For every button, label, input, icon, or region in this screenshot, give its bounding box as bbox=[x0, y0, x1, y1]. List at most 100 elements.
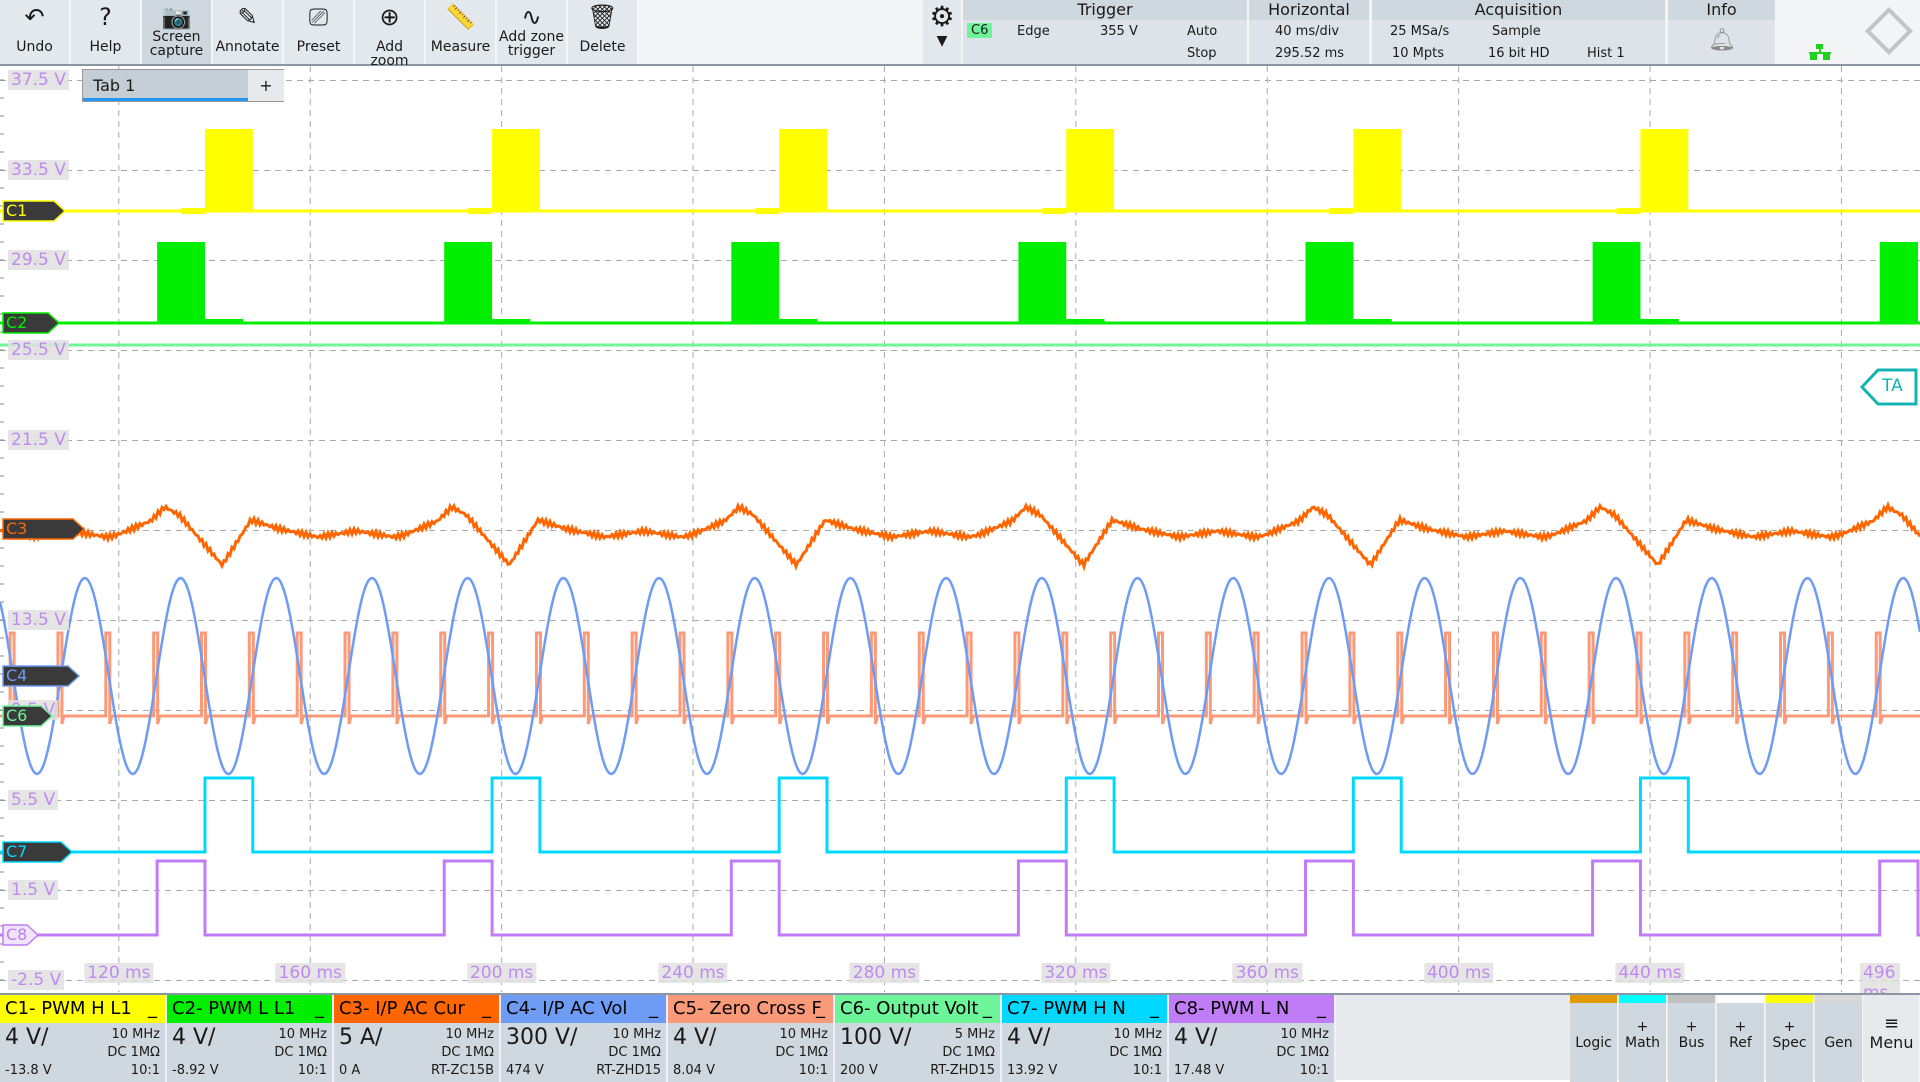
dropdown-arrow-icon[interactable]: ▼ bbox=[923, 33, 961, 49]
histogram: Hist 1 bbox=[1587, 46, 1625, 61]
trigger-title: Trigger bbox=[963, 0, 1247, 20]
preset-icon: ⎚ bbox=[308, 3, 329, 31]
c1-pre-pulse-noise bbox=[181, 208, 205, 214]
minimize-button[interactable]: _ bbox=[816, 995, 825, 1023]
undo-button[interactable]: ↶ Undo bbox=[0, 0, 70, 64]
gen-button[interactable]: Gen bbox=[1815, 995, 1863, 1082]
channel-header[interactable]: C4- I/P AC Vol _ bbox=[501, 995, 666, 1023]
channel-marker-c1[interactable]: C1 bbox=[2, 200, 66, 222]
add-zoom-button[interactable]: ⊕ Add zoom bbox=[355, 0, 425, 68]
offset: 200 V bbox=[840, 1063, 878, 1078]
minimize-button[interactable]: _ bbox=[649, 995, 658, 1023]
minimize-button[interactable]: _ bbox=[315, 995, 324, 1023]
logic-button[interactable]: Logic bbox=[1570, 995, 1618, 1082]
y-axis-label: -2.5 V bbox=[8, 970, 65, 990]
channel-marker-c4[interactable]: C4 bbox=[2, 665, 80, 687]
button-label: Logic bbox=[1575, 1035, 1612, 1051]
probe: 10:1 bbox=[798, 1063, 828, 1078]
channel-marker-c3[interactable]: C3 bbox=[2, 518, 85, 540]
offset: 8.04 V bbox=[673, 1063, 715, 1078]
settings-gear-icon[interactable]: ⚙ ▼ bbox=[923, 0, 961, 64]
minimize-button[interactable]: _ bbox=[148, 995, 157, 1023]
minimize-button[interactable]: _ bbox=[983, 995, 992, 1023]
vertical-scale: 5 A/ bbox=[339, 1025, 383, 1050]
x-axis-label: 240 ms bbox=[658, 963, 728, 983]
preset-button[interactable]: ⎚ Preset bbox=[284, 0, 354, 64]
x-axis-label: 320 ms bbox=[1041, 963, 1111, 983]
horizontal-panel[interactable]: Horizontal 40 ms/div 295.52 ms bbox=[1249, 0, 1369, 64]
channel-box-c8[interactable]: C8- PWM L N _ 4 V/ 10 MHz DC 1MΩ 17.48 V … bbox=[1169, 995, 1336, 1082]
c2-post-pulse-bump bbox=[1640, 319, 1679, 324]
channel-marker-c8[interactable]: C8 bbox=[2, 924, 39, 946]
trigger-source: C6 bbox=[967, 23, 993, 38]
color-bar bbox=[1619, 995, 1666, 1003]
channel-marker-c7[interactable]: C7 bbox=[2, 841, 73, 863]
c1-pre-pulse-noise bbox=[468, 208, 493, 214]
vertical-scale: 100 V/ bbox=[840, 1025, 912, 1050]
x-axis-label: 440 ms bbox=[1615, 963, 1685, 983]
trigger-type: Edge bbox=[1017, 24, 1050, 39]
button-label: Ref bbox=[1729, 1035, 1752, 1051]
channel-box-c6[interactable]: C6- Output Volt _ 100 V/ 5 MHz DC 1MΩ 200… bbox=[835, 995, 1002, 1082]
screen-capture-button[interactable]: 📷 Screen capture bbox=[142, 0, 212, 64]
minimize-button[interactable]: _ bbox=[1150, 995, 1159, 1023]
channel-marker-c6[interactable]: C6 bbox=[2, 705, 53, 727]
minimize-button[interactable]: _ bbox=[482, 995, 491, 1023]
coupling: DC 1MΩ bbox=[1276, 1045, 1329, 1060]
bandwidth: 10 MHz bbox=[278, 1027, 328, 1042]
channel-box-c1[interactable]: C1- PWM H L1 _ 4 V/ 10 MHz DC 1MΩ -13.8 V… bbox=[0, 995, 167, 1082]
time-scale: 40 ms/div bbox=[1275, 24, 1340, 39]
button-label: Add zoom bbox=[370, 39, 409, 69]
zoom-in-icon: ⊕ bbox=[379, 3, 400, 31]
probe: RT-ZHD15 bbox=[596, 1063, 661, 1078]
acquisition-panel[interactable]: Acquisition 25 MSa/s Sample 10 Mpts 16 b… bbox=[1372, 0, 1665, 64]
bus-button[interactable]: + Bus bbox=[1668, 995, 1716, 1082]
add-zone-trigger-button[interactable]: ∿ Add zone trigger bbox=[497, 0, 567, 64]
trigger-panel[interactable]: Trigger C6 Edge 355 V Auto Stop bbox=[963, 0, 1247, 64]
marker-label: C1 bbox=[6, 201, 28, 220]
ref-button[interactable]: + Ref bbox=[1717, 995, 1765, 1082]
channel-header[interactable]: C7- PWM H N _ bbox=[1002, 995, 1167, 1023]
channel-header[interactable]: C2- PWM L L1 _ bbox=[167, 995, 332, 1023]
channel-header[interactable]: C6- Output Volt _ bbox=[835, 995, 1000, 1023]
channel-header[interactable]: C5- Zero Cross F _ bbox=[668, 995, 833, 1023]
bandwidth: 10 MHz bbox=[779, 1027, 829, 1042]
channel-box-c3[interactable]: C3- I/P AC Cur _ 5 A/ 10 MHz DC 1MΩ 0 A R… bbox=[334, 995, 501, 1082]
channel-marker-c2[interactable]: C2 bbox=[2, 312, 60, 334]
help-button[interactable]: ? Help bbox=[71, 0, 141, 64]
channel-box-c5[interactable]: C5- Zero Cross F _ 4 V/ 10 MHz DC 1MΩ 8.0… bbox=[668, 995, 835, 1082]
c2-pulse bbox=[1305, 242, 1354, 323]
bandwidth: 10 MHz bbox=[111, 1027, 161, 1042]
x-axis-label: 360 ms bbox=[1232, 963, 1302, 983]
math-button[interactable]: + Math bbox=[1619, 995, 1667, 1082]
channel-box-c2[interactable]: C2- PWM L L1 _ 4 V/ 10 MHz DC 1MΩ -8.92 V… bbox=[167, 995, 334, 1082]
menu-button[interactable]: ≡ Menu bbox=[1864, 995, 1920, 1082]
channel-header[interactable]: C3- I/P AC Cur _ bbox=[334, 995, 499, 1023]
measure-button[interactable]: 📏 Measure bbox=[426, 0, 496, 64]
channel-name: C8- PWM L N bbox=[1174, 998, 1290, 1019]
annotate-button[interactable]: ✎ Annotate bbox=[213, 0, 283, 64]
pencil-icon: ✎ bbox=[237, 3, 258, 31]
minimize-button[interactable]: _ bbox=[1317, 995, 1326, 1023]
time-position: 295.52 ms bbox=[1275, 46, 1345, 61]
delete-button[interactable]: 🗑 Delete bbox=[568, 0, 638, 64]
coupling: DC 1MΩ bbox=[274, 1045, 327, 1060]
add-tab-button[interactable]: + bbox=[248, 70, 284, 101]
channel-name: C6- Output Volt bbox=[840, 998, 979, 1019]
channel-header[interactable]: C8- PWM L N _ bbox=[1169, 995, 1334, 1023]
waveform-display[interactable] bbox=[0, 66, 1920, 993]
y-axis-label: 25.5 V bbox=[8, 340, 69, 360]
c1-pre-pulse-noise bbox=[755, 208, 780, 214]
channel-header[interactable]: C1- PWM H L1 _ bbox=[0, 995, 165, 1023]
offset: 17.48 V bbox=[1174, 1063, 1225, 1078]
trigger-arrow-marker[interactable]: TA bbox=[1859, 368, 1918, 406]
c1-pulse bbox=[1353, 129, 1402, 211]
channel-box-c4[interactable]: C4- I/P AC Vol _ 300 V/ 10 MHz DC 1MΩ 474… bbox=[501, 995, 668, 1082]
bell-icon: 🔔︎ bbox=[1708, 28, 1736, 53]
c3-trace bbox=[0, 500, 1920, 572]
tab-1[interactable]: Tab 1 + bbox=[82, 69, 284, 102]
info-panel[interactable]: Info 🔔︎ bbox=[1668, 0, 1775, 64]
spec-button[interactable]: + Spec bbox=[1766, 995, 1814, 1082]
channel-box-c7[interactable]: C7- PWM H N _ 4 V/ 10 MHz DC 1MΩ 13.92 V … bbox=[1002, 995, 1169, 1082]
bandwidth: 10 MHz bbox=[1280, 1027, 1330, 1042]
